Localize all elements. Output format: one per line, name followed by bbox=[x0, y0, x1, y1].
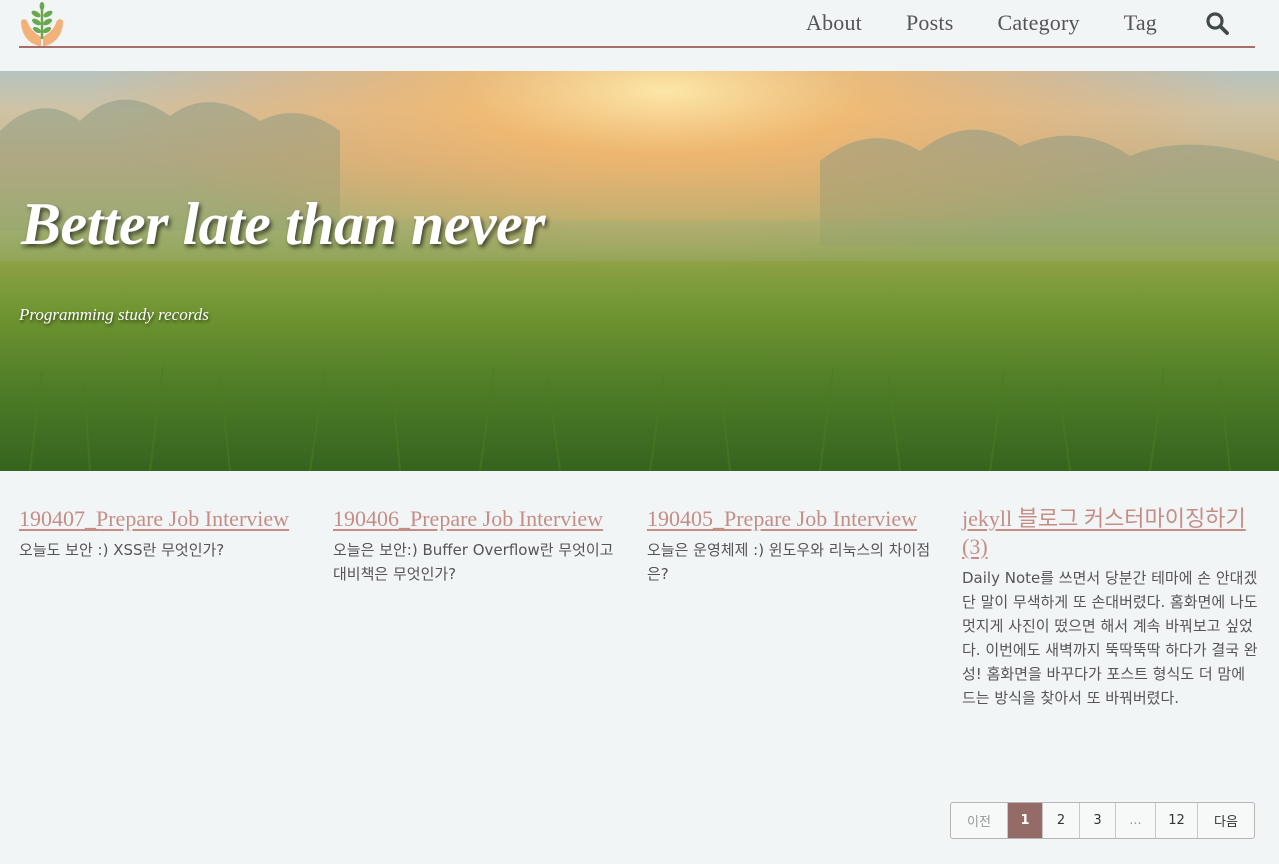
page-button-1[interactable]: 1 bbox=[1008, 803, 1043, 838]
post-excerpt: Daily Note를 쓰면서 당분간 테마에 손 안대겠단 말이 무색하게 또… bbox=[962, 569, 1258, 707]
site-header: About Posts Category Tag bbox=[19, 0, 1255, 48]
pagination: 이전 1 2 3 ... 12 다음 bbox=[950, 802, 1255, 839]
post-excerpt: 오늘은 운영체제 :) 윈도우와 리눅스의 차이점은? bbox=[647, 541, 931, 583]
search-icon[interactable] bbox=[1205, 11, 1229, 35]
post-card: jekyll 블로그 커스터마이징하기(3) Daily Note를 쓰면서 당… bbox=[962, 505, 1258, 710]
page-ellipsis: ... bbox=[1116, 803, 1156, 838]
post-title-link[interactable]: jekyll 블로그 커스터마이징하기(3) bbox=[962, 505, 1258, 561]
site-subtitle: Programming study records bbox=[19, 305, 209, 324]
nav-category[interactable]: Category bbox=[997, 10, 1079, 36]
post-title-link[interactable]: 190405_Prepare Job Interview bbox=[647, 505, 943, 533]
post-card: 190406_Prepare Job Interview 오늘은 보안:) Bu… bbox=[333, 505, 629, 586]
site-title: Better late than never bbox=[21, 191, 545, 257]
main-nav: About Posts Category Tag bbox=[762, 0, 1255, 46]
post-list: 190407_Prepare Job Interview 오늘도 보안 :) X… bbox=[19, 505, 1261, 755]
post-excerpt: 오늘은 보안:) Buffer Overflow란 무엇이고 대비책은 무엇인가… bbox=[333, 541, 614, 583]
nav-posts[interactable]: Posts bbox=[906, 10, 953, 36]
post-excerpt: 오늘도 보안 :) XSS란 무엇인가? bbox=[19, 541, 225, 559]
hero-banner: Better late than never Programming study… bbox=[0, 71, 1279, 471]
page-button-12[interactable]: 12 bbox=[1156, 803, 1198, 838]
next-page-button[interactable]: 다음 bbox=[1198, 803, 1254, 838]
post-card: 190405_Prepare Job Interview 오늘은 운영체제 :)… bbox=[647, 505, 943, 586]
post-title-link[interactable]: 190407_Prepare Job Interview bbox=[19, 505, 315, 533]
hero-background-image bbox=[0, 71, 1279, 471]
page-button-3[interactable]: 3 bbox=[1080, 803, 1116, 838]
post-title-link[interactable]: 190406_Prepare Job Interview bbox=[333, 505, 629, 533]
prev-page-button[interactable]: 이전 bbox=[951, 803, 1008, 838]
hands-sprout-logo-icon[interactable] bbox=[19, 1, 65, 47]
page-button-2[interactable]: 2 bbox=[1043, 803, 1080, 838]
nav-tag[interactable]: Tag bbox=[1124, 10, 1157, 36]
post-card: 190407_Prepare Job Interview 오늘도 보안 :) X… bbox=[19, 505, 315, 562]
nav-about[interactable]: About bbox=[806, 10, 862, 36]
